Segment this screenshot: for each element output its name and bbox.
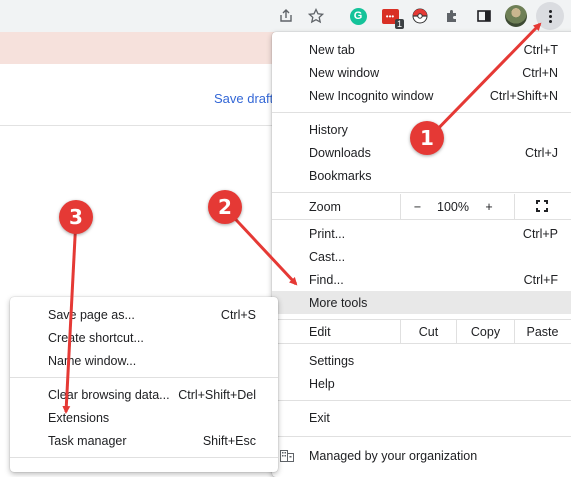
- arrow-to-extensions: [62, 217, 78, 414]
- arrow-to-menu-button: [425, 22, 542, 142]
- callout-3: 3: [59, 200, 93, 234]
- callout-1: 1: [410, 121, 444, 155]
- callout-2: 2: [208, 190, 242, 224]
- annotation-arrows: [62, 22, 542, 414]
